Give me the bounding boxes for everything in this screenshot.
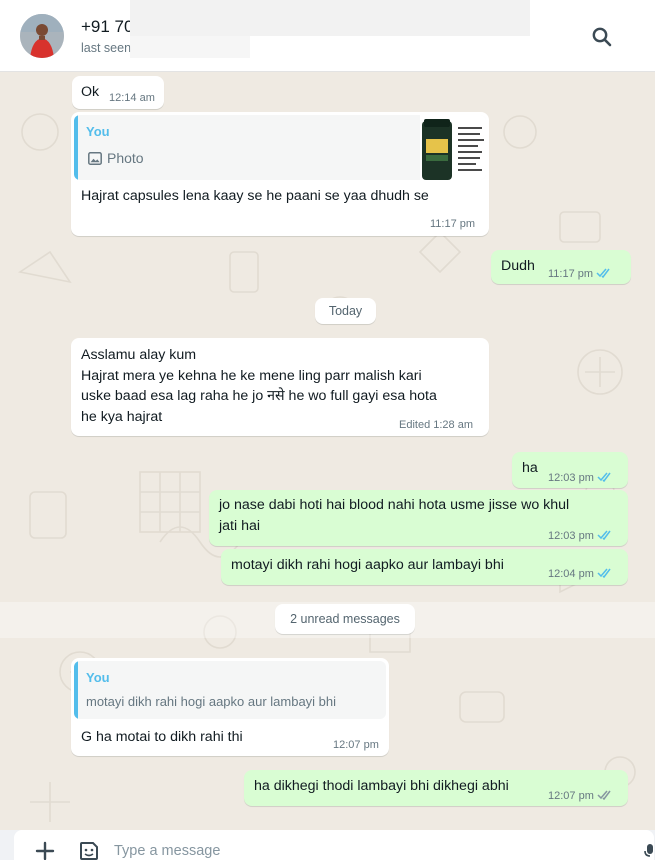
- mic-icon[interactable]: [644, 844, 655, 860]
- outgoing-message[interactable]: ha dikhegi thodi lambayi bhi dikhegi abh…: [244, 770, 628, 806]
- quote-author: You: [86, 670, 110, 685]
- contact-name[interactable]: +91 70: [81, 17, 133, 37]
- unread-messages-separator: 2 unread messages: [275, 604, 415, 634]
- message-time: 12:03 pm: [548, 529, 594, 542]
- quoted-message[interactable]: You motayi dikh rahi hogi aapko aur lamb…: [74, 661, 386, 719]
- message-text: G ha motai to dikh rahi thi: [81, 729, 243, 745]
- message-text: ha dikhegi thodi lambayi bhi dikhegi abh…: [254, 778, 509, 794]
- message-time: 12:07 pm: [548, 789, 594, 802]
- outgoing-message[interactable]: jo nase dabi hoti hai blood nahi hota us…: [209, 490, 628, 546]
- message-text: Dudh: [501, 258, 535, 274]
- composer-bar: [0, 830, 655, 860]
- message-meta: 11:17 pm: [548, 267, 612, 281]
- message-text: jo nase dabi hoti hai blood nahi hota us…: [219, 497, 570, 534]
- message-time: 12:04 pm: [548, 567, 594, 580]
- incoming-message[interactable]: You Photo Hajrat capsules lena kaay se h…: [71, 112, 489, 236]
- redaction-block: [130, 0, 530, 36]
- quoted-message[interactable]: You Photo: [74, 115, 486, 180]
- message-time: 12:07 pm: [333, 739, 379, 751]
- message-time: Edited 1:28 am: [399, 419, 473, 431]
- double-check-read-icon: [597, 529, 613, 543]
- outgoing-message[interactable]: motayi dikh rahi hogi aapko aur lambayi …: [221, 549, 628, 585]
- chat-header: +91 70 last seen: [0, 0, 655, 72]
- message-input[interactable]: [114, 842, 594, 860]
- date-separator: Today: [315, 298, 376, 324]
- search-icon[interactable]: [590, 25, 614, 49]
- double-check-read-icon: [597, 471, 613, 485]
- photo-thumbnail: [420, 115, 486, 180]
- outgoing-message[interactable]: ha 12:03 pm: [512, 452, 628, 488]
- redaction-block: [130, 36, 250, 58]
- quote-text: motayi dikh rahi hogi aapko aur lambayi …: [86, 694, 337, 709]
- photo-icon: [88, 152, 102, 168]
- message-time: 12:14 am: [109, 92, 155, 104]
- message-meta: 12:03 pm: [548, 471, 613, 485]
- incoming-message[interactable]: Asslamu alay kum Hajrat mera ye kehna he…: [71, 338, 489, 436]
- message-time: 12:03 pm: [548, 471, 594, 484]
- message-text: Ok: [81, 84, 100, 100]
- quote-photo-label: Photo: [88, 150, 144, 168]
- message-text: Hajrat capsules lena kaay se he paani se…: [81, 188, 429, 204]
- message-time: 11:17 pm: [430, 218, 476, 230]
- message-meta: 12:03 pm: [548, 529, 613, 543]
- quote-bar: [74, 661, 78, 719]
- message-list[interactable]: Ok 12:14 am You Photo Hajrat capsules le…: [0, 72, 655, 830]
- message-text: ha: [522, 460, 538, 476]
- message-meta: 12:07 pm: [548, 789, 613, 803]
- incoming-message[interactable]: You motayi dikh rahi hogi aapko aur lamb…: [71, 658, 389, 756]
- message-text: Asslamu alay kum Hajrat mera ye kehna he…: [81, 347, 437, 425]
- incoming-message[interactable]: Ok 12:14 am: [72, 76, 164, 109]
- outgoing-message[interactable]: Dudh 11:17 pm: [491, 250, 631, 284]
- sticker-icon[interactable]: [78, 840, 100, 860]
- message-meta: 12:04 pm: [548, 567, 613, 581]
- double-check-read-icon: [597, 567, 613, 581]
- last-seen-status: last seen: [81, 41, 132, 55]
- double-check-sent-icon: [597, 789, 613, 803]
- quote-bar: [74, 115, 78, 180]
- message-text: motayi dikh rahi hogi aapko aur lambayi …: [231, 557, 504, 573]
- message-time: 11:17 pm: [548, 267, 594, 280]
- attach-plus-icon[interactable]: [34, 840, 56, 860]
- double-check-read-icon: [596, 267, 612, 281]
- contact-avatar[interactable]: [20, 14, 64, 58]
- quote-author: You: [86, 124, 110, 139]
